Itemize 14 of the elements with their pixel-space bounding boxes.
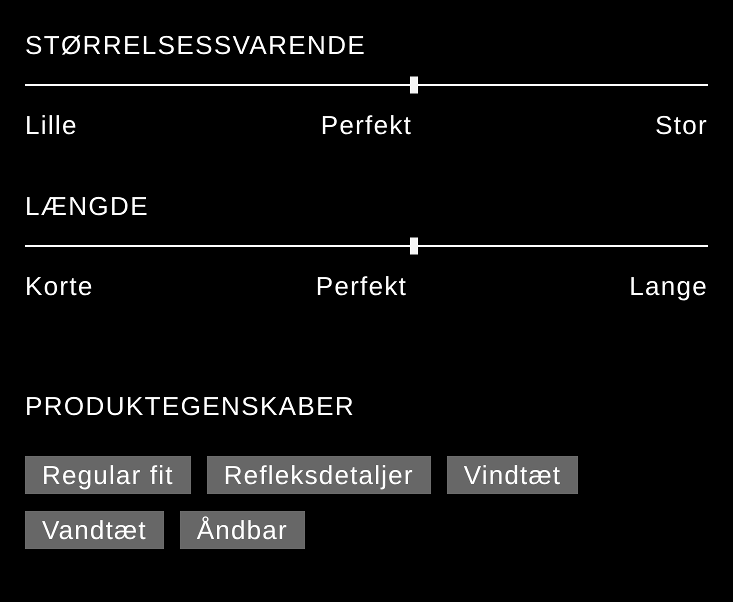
features-heading: PRODUKTEGENSKABER [25,391,356,422]
feature-tag: Refleksdetaljer [206,456,431,494]
scale-label: Korte [25,271,94,302]
feature-tag: Vandtæt [25,511,164,549]
scale-heading: STØRRELSESSVARENDE [25,30,368,61]
scale-label: Perfekt [316,271,408,302]
scale-label: Perfekt [320,110,412,141]
feature-tag: Vindtæt [446,456,578,494]
scale-heading: LÆNGDE [25,191,150,222]
feature-tag: Regular fit [25,456,191,494]
scale-label: Stor [655,110,708,141]
feature-tag: Åndbar [180,511,305,549]
scale-label: Lille [25,110,78,141]
scale-label: Lange [629,271,708,302]
